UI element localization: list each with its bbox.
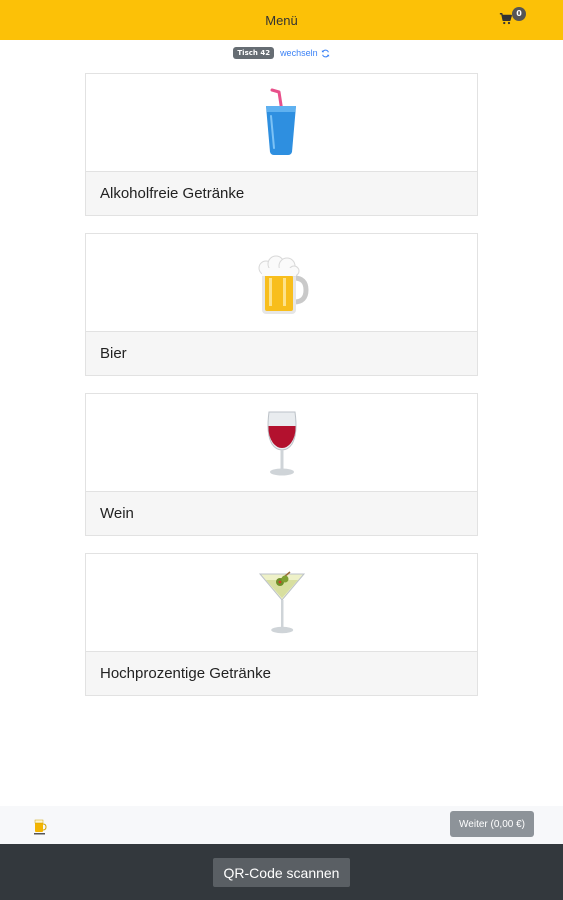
wine-glass-icon (267, 411, 296, 475)
category-label: Bier (86, 332, 477, 375)
scan-qr-button[interactable]: QR-Code scannen (213, 858, 350, 887)
category-image (86, 74, 477, 172)
beer-mug-icon (258, 255, 309, 314)
category-label: Alkoholfreie Getränke (86, 172, 477, 215)
cart-button[interactable]: 0 (499, 7, 526, 28)
category-image (86, 554, 477, 652)
top-bar: Menü 0 (0, 0, 563, 40)
cart-count-badge: 0 (512, 7, 526, 21)
next-button[interactable]: Weiter (0,00 €) (450, 811, 534, 837)
soft-drink-icon (265, 88, 296, 155)
category-label: Wein (86, 492, 477, 535)
change-table-link[interactable]: wechseln (280, 48, 330, 58)
category-image (86, 394, 477, 492)
refresh-icon (321, 49, 329, 57)
cocktail-glass-icon (258, 570, 305, 633)
category-card-beer[interactable]: Bier (85, 233, 478, 376)
category-label: Hochprozentige Getränke (86, 652, 477, 695)
scan-bar: QR-Code scannen (0, 844, 563, 900)
order-bar: Weiter (0,00 €) (0, 806, 563, 844)
category-card-soft-drinks[interactable]: Alkoholfreie Getränke (85, 73, 478, 216)
table-info: Tisch 42 wechseln (0, 46, 563, 60)
category-card-spirits[interactable]: Hochprozentige Getränke (85, 553, 478, 696)
category-image (86, 234, 477, 332)
category-list: Alkoholfreie Getränke Bier Wein Hochproz… (85, 73, 478, 713)
page-title: Menü (265, 12, 298, 28)
beer-logo-icon (34, 819, 47, 835)
category-card-wine[interactable]: Wein (85, 393, 478, 536)
shopping-cart-icon (499, 13, 512, 25)
page: Menü 0 Tisch 42 wechseln Alkoholfreie Ge… (0, 0, 563, 900)
change-table-label: wechseln (280, 48, 318, 58)
table-badge: Tisch 42 (233, 47, 275, 59)
